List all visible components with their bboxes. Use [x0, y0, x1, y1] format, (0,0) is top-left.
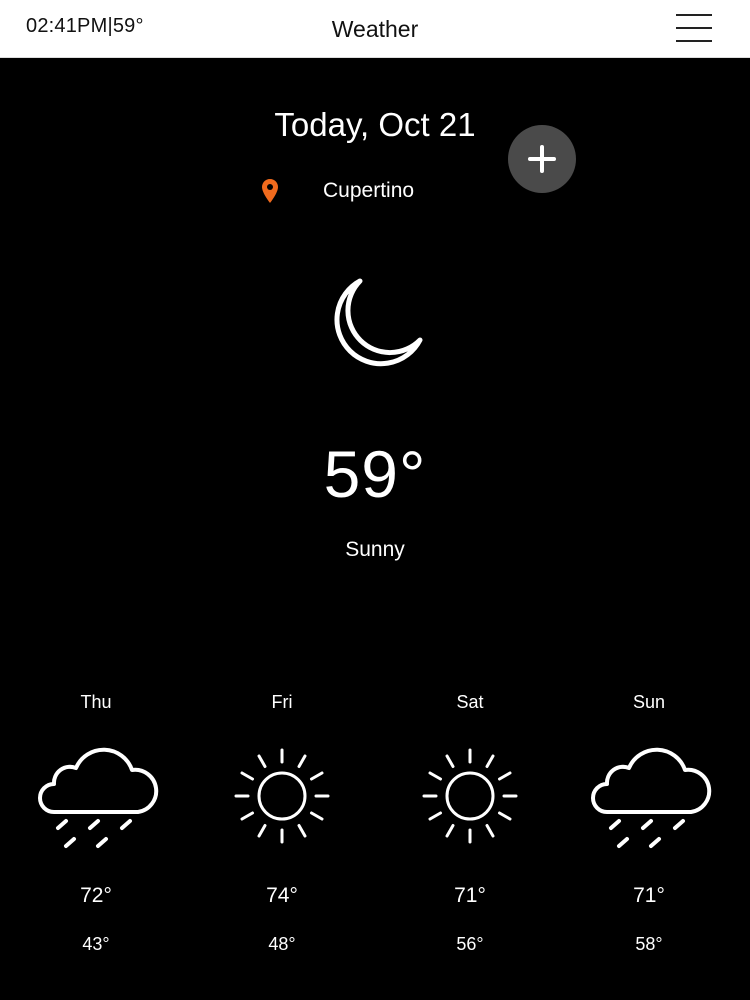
add-location-button[interactable] — [508, 125, 576, 193]
menu-line — [676, 27, 712, 29]
menu-line — [676, 14, 712, 16]
sun-icon — [234, 748, 330, 844]
location-label: Cupertino — [323, 179, 415, 202]
app-title: Weather — [331, 16, 419, 42]
rain-cloud-icon — [38, 747, 159, 848]
forecast-day-name: Sat — [456, 692, 484, 712]
forecast-row: Thu 72° 43° Fri 74° 48° Sat 71° 56° Sun … — [0, 688, 750, 968]
forecast-low: 58° — [635, 934, 663, 954]
rain-cloud-icon — [591, 747, 712, 848]
moon-icon — [334, 278, 423, 367]
plus-icon — [528, 145, 556, 173]
forecast-high: 72° — [80, 884, 112, 907]
forecast-low: 43° — [82, 934, 110, 954]
current-date: Today, Oct 21 — [274, 106, 476, 143]
hamburger-menu-icon[interactable] — [676, 14, 712, 42]
forecast-day: Thu 72° 43° — [16, 688, 176, 968]
forecast-high: 74° — [266, 884, 298, 907]
forecast-day-name: Thu — [80, 692, 112, 712]
forecast-low: 48° — [268, 934, 296, 954]
current-temperature: 59° — [323, 437, 427, 511]
location-row: Cupertino — [261, 176, 414, 206]
sun-icon — [422, 748, 518, 844]
forecast-day-name: Fri — [271, 692, 293, 712]
current-condition: Sunny — [345, 538, 405, 561]
main-panel: Today, Oct 21 Cupertino 59° Sunny Thu 72… — [0, 58, 750, 1000]
forecast-low: 56° — [456, 934, 484, 954]
forecast-high: 71° — [454, 884, 486, 907]
location-pin-icon — [262, 179, 278, 203]
forecast-day: Sat 71° 56° — [390, 688, 550, 968]
forecast-day: Fri 74° 48° — [202, 688, 362, 968]
menu-line — [676, 40, 712, 42]
forecast-day: Sun 71° 58° — [569, 688, 729, 968]
forecast-high: 71° — [633, 884, 665, 907]
forecast-day-name: Sun — [632, 692, 666, 712]
top-bar: 02:41PM|59° Weather — [0, 0, 750, 58]
